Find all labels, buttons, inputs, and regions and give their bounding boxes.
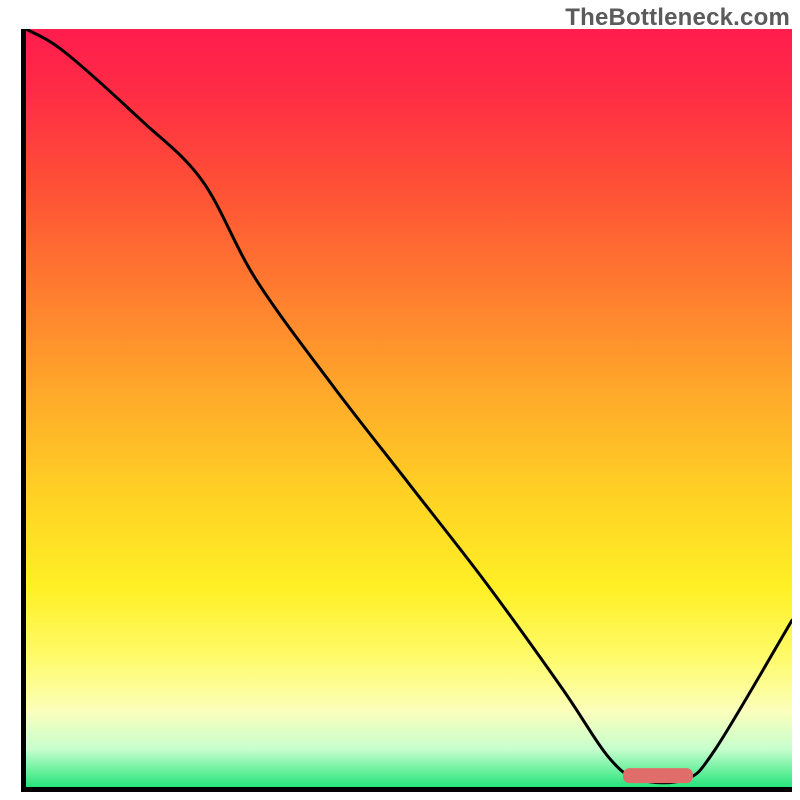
chart-frame: TheBottleneck.com: [0, 0, 800, 800]
chart-overlay: [26, 29, 792, 787]
watermark-text: TheBottleneck.com: [565, 4, 790, 32]
plot-area: [26, 29, 792, 787]
optimum-marker: [623, 769, 692, 783]
bottleneck-curve: [26, 29, 792, 783]
